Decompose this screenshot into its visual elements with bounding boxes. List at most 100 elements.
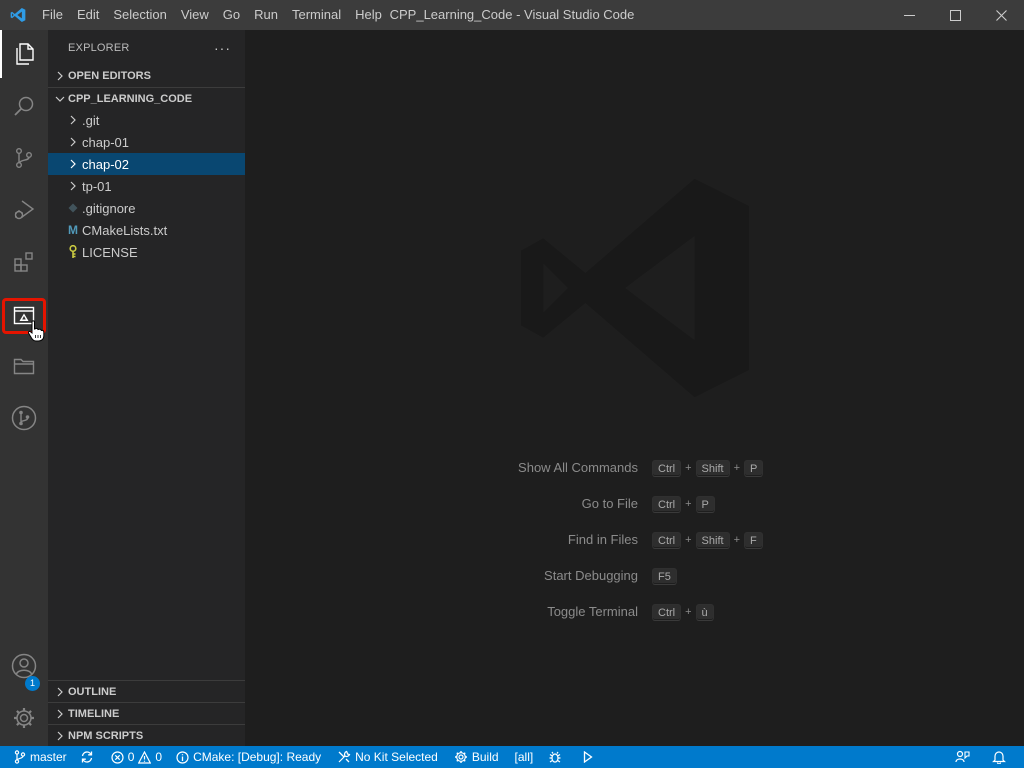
notifications-button[interactable]: [984, 746, 1024, 768]
key: Shift: [695, 531, 730, 549]
chevron-right-icon: [52, 709, 68, 719]
open-editors-label: OPEN EDITORS: [68, 70, 151, 82]
menu-selection[interactable]: Selection: [106, 0, 173, 30]
menu-go[interactable]: Go: [216, 0, 247, 30]
explorer-header: EXPLORER ···: [48, 30, 245, 65]
run-debug-button[interactable]: [0, 186, 48, 234]
shortcut-start-debugging: Start Debugging F5: [245, 566, 1024, 586]
search-icon: [14, 96, 34, 116]
play-icon: [584, 751, 593, 763]
shortcut-label: Find in Files: [567, 532, 638, 547]
chevron-right-icon: [64, 115, 82, 125]
cmake-status[interactable]: CMake: [Debug]: Ready: [167, 746, 326, 768]
info-icon: [176, 750, 189, 764]
shortcut-go-to-file: Go to File Ctrl + P: [245, 494, 1024, 514]
warning-count: 0: [155, 750, 163, 764]
kit-selector[interactable]: No Kit Selected: [326, 746, 443, 768]
key: P: [744, 459, 764, 477]
kit-text: No Kit Selected: [355, 750, 438, 764]
menu-edit[interactable]: Edit: [70, 0, 106, 30]
explorer-icon: [16, 43, 34, 65]
tree-file-license[interactable]: LICENSE: [48, 241, 245, 263]
explorer-button[interactable]: [0, 30, 48, 78]
vscode-watermark-icon: [511, 164, 759, 415]
editor-area: Show All Commands Ctrl + Shift + P Go to Fil…: [245, 30, 1024, 746]
vscode-logo-icon: [0, 0, 35, 30]
tree-folder-chap-02[interactable]: chap-02: [48, 153, 245, 175]
key: ù: [695, 603, 714, 621]
shortcut-label: Start Debugging: [544, 568, 638, 583]
debug-button[interactable]: [538, 746, 571, 768]
chevron-right-icon: [64, 137, 82, 147]
minimize-button[interactable]: [886, 0, 932, 30]
menu-run[interactable]: Run: [247, 0, 285, 30]
menu-help[interactable]: Help: [348, 0, 389, 30]
tree-item-label: CMakeLists.txt: [82, 222, 168, 238]
key: Shift: [695, 459, 730, 477]
build-target-text: [all]: [514, 750, 534, 764]
menu-file[interactable]: File: [35, 0, 70, 30]
title-bar: File Edit Selection View Go Run Terminal…: [0, 0, 1024, 30]
tree-item-label: LICENSE: [82, 244, 138, 260]
gear-icon: [14, 708, 34, 728]
activity-bar: 1: [0, 30, 48, 746]
tree-folder-git[interactable]: .git: [48, 109, 245, 131]
tools-icon: [338, 750, 351, 763]
extensions-icon: [14, 252, 33, 272]
launch-button[interactable]: [571, 746, 602, 768]
tree-file-cmakelists[interactable]: M CMakeLists.txt: [48, 219, 245, 241]
error-icon: [111, 750, 124, 764]
explorer-title: EXPLORER: [68, 41, 130, 54]
tree-folder-chap-01[interactable]: chap-01: [48, 131, 245, 153]
chevron-right-icon: [64, 159, 82, 169]
problems-status[interactable]: 0 0: [106, 746, 167, 768]
open-editors-section[interactable]: OPEN EDITORS: [48, 65, 245, 87]
branch-status[interactable]: master: [0, 746, 72, 768]
accounts-button[interactable]: 1: [0, 642, 48, 691]
sync-button[interactable]: [72, 746, 106, 768]
folder-section[interactable]: CPP_LEARNING_CODE: [48, 87, 245, 109]
source-control-button[interactable]: [0, 134, 48, 182]
license-key-icon: [64, 245, 82, 259]
build-button[interactable]: Build: [443, 746, 504, 768]
tree-folder-tp-01[interactable]: tp-01: [48, 175, 245, 197]
key: Ctrl: [652, 459, 682, 477]
tree-item-label: tp-01: [82, 178, 112, 194]
maximize-button[interactable]: [932, 0, 978, 30]
branch-name: master: [30, 750, 67, 764]
chevron-right-icon: [52, 71, 68, 81]
git-branch-icon: [14, 750, 26, 764]
file-tree: .git chap-01 chap-02 tp-01 .gitignore M …: [48, 109, 245, 263]
source-control-icon: [15, 148, 32, 169]
close-icon: [995, 9, 1007, 21]
minimize-icon: [903, 14, 915, 16]
more-actions-button[interactable]: ···: [214, 40, 231, 56]
timeline-section[interactable]: TIMELINE: [48, 702, 245, 724]
menu-view[interactable]: View: [174, 0, 216, 30]
bell-icon: [992, 751, 1006, 764]
menu-terminal[interactable]: Terminal: [285, 0, 348, 30]
status-bar: master 0 0 CMake: [Debug]: Ready No Kit …: [0, 746, 1024, 768]
close-button[interactable]: [978, 0, 1024, 30]
npm-scripts-section[interactable]: NPM SCRIPTS: [48, 724, 245, 746]
tree-item-label: chap-02: [82, 156, 129, 172]
remote-explorer-button[interactable]: [0, 342, 48, 390]
explorer-sidebar: EXPLORER ··· OPEN EDITORS CPP_LEARNING_C…: [48, 30, 245, 746]
key: F: [744, 531, 763, 549]
manage-button[interactable]: [0, 694, 48, 742]
bug-icon: [549, 751, 561, 763]
extensions-button[interactable]: [0, 238, 48, 286]
window-controls: [886, 0, 1024, 30]
git-graph-icon: [11, 405, 37, 431]
outline-section[interactable]: OUTLINE: [48, 680, 245, 702]
feedback-icon: [955, 750, 970, 763]
search-button[interactable]: [0, 82, 48, 130]
git-graph-button[interactable]: [0, 394, 48, 442]
accounts-badge: 1: [25, 676, 40, 691]
build-target[interactable]: [all]: [504, 746, 539, 768]
cmake-status-text: CMake: [Debug]: Ready: [193, 750, 322, 764]
feedback-button[interactable]: [945, 746, 984, 768]
tree-file-gitignore[interactable]: .gitignore: [48, 197, 245, 219]
key: P: [695, 495, 715, 513]
shortcut-toggle-terminal: Toggle Terminal Ctrl + ù: [245, 602, 1024, 622]
